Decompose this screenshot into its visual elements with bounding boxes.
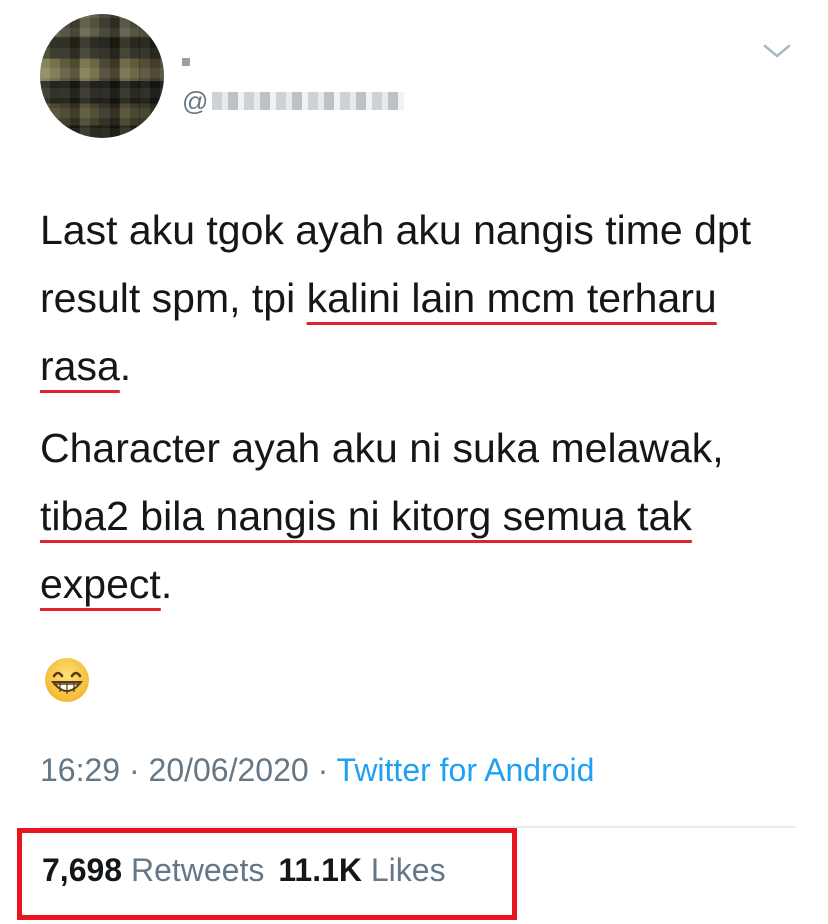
meta-separator: ·: [128, 752, 140, 788]
meta-separator: ·: [317, 752, 329, 788]
retweets-label: Retweets: [130, 852, 265, 888]
tweet-paragraph-1: Last aku tgok ayah aku nangis time dpt r…: [40, 196, 800, 400]
text-segment: .: [160, 561, 173, 607]
likes-label: Likes: [370, 852, 446, 888]
retweets-stat[interactable]: 7,698 Retweets: [42, 852, 264, 888]
tweet-source-link[interactable]: Twitter for Android: [337, 752, 595, 788]
display-name-redacted[interactable]: [182, 58, 190, 66]
handle-redacted: [212, 92, 405, 110]
text-segment: Character ayah aku ni suka melawak,: [40, 425, 724, 471]
handle-at-sign: @: [182, 85, 209, 116]
likes-count: 11.1K: [278, 852, 362, 888]
retweets-count: 7,698: [42, 852, 123, 888]
text-segment: .: [119, 343, 132, 389]
tweet-text: Last aku tgok ayah aku nangis time dpt r…: [40, 196, 800, 618]
grinning-face-emoji-icon: [43, 656, 91, 704]
avatar[interactable]: [40, 14, 164, 138]
underlined-text-segment: tiba2 bila nangis ni kitorg semua tak ex…: [40, 493, 692, 607]
tweet-date[interactable]: 20/06/2020: [149, 752, 309, 788]
tweet-metadata: 16:29 · 20/06/2020 · Twitter for Android: [40, 752, 594, 789]
tweet-stats: 7,698 Retweets 11.1K Likes: [42, 852, 446, 889]
likes-stat[interactable]: 11.1K Likes: [278, 852, 445, 888]
chevron-down-icon[interactable]: [762, 40, 792, 62]
user-handle[interactable]: @: [182, 85, 405, 116]
tweet-paragraph-2: Character ayah aku ni suka melawak, tiba…: [40, 414, 800, 618]
tweet-time[interactable]: 16:29: [40, 752, 120, 788]
